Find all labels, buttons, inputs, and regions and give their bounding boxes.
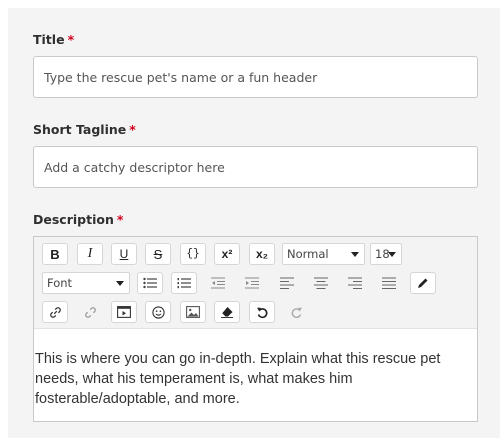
subscript-button[interactable]: x₂ xyxy=(249,243,275,265)
outdent-icon xyxy=(211,277,225,289)
underline-button[interactable]: U xyxy=(111,243,137,265)
align-right-button[interactable] xyxy=(342,272,368,294)
pencil-icon xyxy=(418,278,428,288)
redo-icon xyxy=(291,307,302,318)
redo-button[interactable] xyxy=(283,301,309,323)
description-editor[interactable]: B I U S {} x² x₂ Normal 18 Font This is … xyxy=(33,236,478,422)
indent-button[interactable] xyxy=(239,272,265,294)
chevron-down-icon xyxy=(351,252,359,257)
title-field[interactable] xyxy=(33,56,478,98)
required-mark: * xyxy=(67,32,75,47)
undo-button[interactable] xyxy=(249,301,275,323)
unlink-icon xyxy=(84,306,96,318)
smiley-icon xyxy=(151,305,165,319)
title-input[interactable] xyxy=(34,57,477,97)
link-button[interactable] xyxy=(42,301,68,323)
link-icon xyxy=(49,306,61,318)
undo-icon xyxy=(256,307,267,318)
align-center-button[interactable] xyxy=(308,272,334,294)
align-right-icon xyxy=(348,277,362,289)
bullet-list-button[interactable] xyxy=(137,272,163,294)
outdent-button[interactable] xyxy=(205,272,231,294)
numbered-list-icon xyxy=(177,278,191,289)
tagline-label: Short Tagline * xyxy=(33,122,136,137)
editor-toolbar: B I U S {} x² x₂ Normal 18 Font xyxy=(34,237,477,329)
superscript-button[interactable]: x² xyxy=(214,243,240,265)
eraser-icon xyxy=(221,307,233,318)
video-icon xyxy=(117,306,131,318)
emoji-button[interactable] xyxy=(145,301,171,323)
image-icon xyxy=(186,306,200,318)
chevron-down-icon xyxy=(388,252,396,257)
chevron-down-icon xyxy=(116,281,124,286)
align-left-button[interactable] xyxy=(274,272,300,294)
text-color-button[interactable] xyxy=(410,272,436,294)
justify-button[interactable] xyxy=(376,272,402,294)
required-mark: * xyxy=(129,122,136,137)
unlink-button[interactable] xyxy=(77,301,103,323)
strikethrough-button[interactable]: S xyxy=(145,243,171,265)
required-mark: * xyxy=(116,212,124,227)
indent-icon xyxy=(245,277,259,289)
size-select[interactable]: 18 xyxy=(370,243,402,265)
tagline-field[interactable] xyxy=(33,146,478,188)
format-select[interactable]: Normal xyxy=(282,243,365,265)
tagline-input[interactable] xyxy=(34,147,477,187)
align-center-icon xyxy=(314,277,328,289)
numbered-list-button[interactable] xyxy=(171,272,197,294)
clear-format-button[interactable] xyxy=(214,301,240,323)
font-select[interactable]: Font xyxy=(42,272,130,294)
justify-icon xyxy=(382,277,396,289)
italic-button[interactable]: I xyxy=(77,243,103,265)
description-label: Description * xyxy=(33,212,124,227)
image-button[interactable] xyxy=(180,301,206,323)
bullet-list-icon xyxy=(143,277,157,289)
title-label: Title * xyxy=(33,32,75,47)
editor-content[interactable]: This is where you can go in-depth. Expla… xyxy=(35,349,470,409)
bold-button[interactable]: B xyxy=(42,243,68,265)
code-button[interactable]: {} xyxy=(180,243,206,265)
embed-button[interactable] xyxy=(111,301,137,323)
align-left-icon xyxy=(280,277,294,289)
